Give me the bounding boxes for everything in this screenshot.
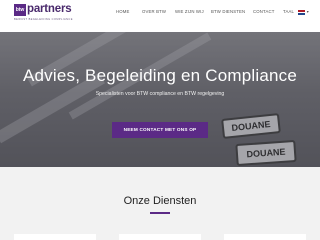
dutch-flag-icon[interactable] bbox=[298, 10, 305, 15]
hero-subtitle: Specialisten voor BTW compliance en BTW … bbox=[95, 91, 225, 97]
nav-item-taal[interactable]: TAAL bbox=[283, 9, 294, 14]
logo-tagline: BEWUST BEGELEIDING COMPLIANCE bbox=[14, 18, 73, 21]
nav-item-wie-zijn-wij[interactable]: WIE ZIJN WIJ bbox=[175, 9, 204, 14]
service-card[interactable] bbox=[119, 234, 201, 240]
service-card[interactable] bbox=[14, 234, 96, 240]
contact-cta-button[interactable]: NEEM CONTACT MET ONS OP bbox=[112, 122, 208, 138]
main-nav: HOME OVER BTW WIE ZIJN WIJ BTW DIENSTEN … bbox=[0, 9, 320, 17]
chevron-down-icon[interactable]: ▼ bbox=[306, 10, 309, 14]
nav-item-btw-diensten[interactable]: BTW DIENSTEN bbox=[211, 9, 245, 14]
hero-banner: DOUANE DOUANE Advies, Begeleiding en Com… bbox=[0, 32, 320, 167]
hero-overlay bbox=[0, 32, 320, 167]
site-header: btw partners BEWUST BEGELEIDING COMPLIAN… bbox=[0, 0, 320, 32]
heading-divider bbox=[150, 212, 170, 214]
nav-item-home[interactable]: HOME bbox=[116, 9, 130, 14]
nav-item-over-btw[interactable]: OVER BTW bbox=[142, 9, 166, 14]
service-card[interactable] bbox=[224, 234, 306, 240]
nav-item-contact[interactable]: CONTACT bbox=[253, 9, 275, 14]
services-heading: Onze Diensten bbox=[123, 195, 197, 207]
hero-title: Advies, Begeleiding en Compliance bbox=[22, 66, 298, 85]
